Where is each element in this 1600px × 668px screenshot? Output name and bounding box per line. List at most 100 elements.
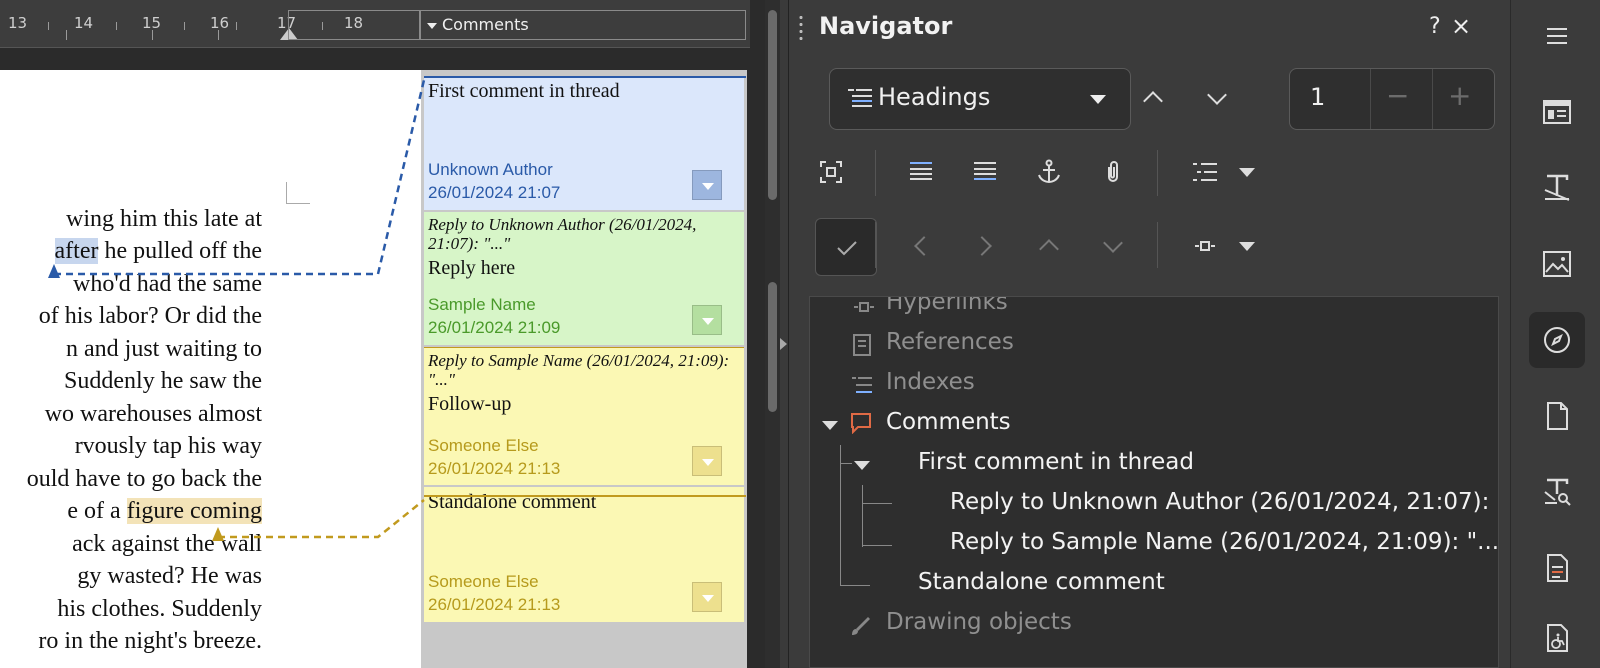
- ruler-number: 13: [8, 14, 28, 32]
- sidebar-properties-button[interactable]: [1529, 84, 1585, 140]
- sidebar-style-inspector-button[interactable]: [1529, 464, 1585, 520]
- sidebar-page-button[interactable]: [1529, 388, 1585, 444]
- comment-menu-button[interactable]: [692, 170, 722, 200]
- navigator-title: Navigator: [819, 12, 953, 40]
- navigate-by-button[interactable]: [1181, 222, 1229, 270]
- move-down-button[interactable]: [1089, 222, 1137, 270]
- comment-author: Someone Else: [428, 572, 539, 591]
- sidebar-navigator-button[interactable]: [1529, 312, 1585, 368]
- decrease-level-button[interactable]: −: [1386, 79, 1409, 112]
- line-text: rvously tap his way: [74, 433, 262, 459]
- comment-icon: [851, 413, 871, 434]
- comment-menu-button[interactable]: [692, 446, 722, 476]
- sidebar-collapse-handle[interactable]: [780, 330, 788, 360]
- page-icon: [1547, 402, 1568, 430]
- ruler-number: 14: [74, 14, 94, 32]
- text-boundary-mark: [286, 182, 310, 204]
- line-text: his clothes. Suddenly: [57, 596, 262, 622]
- chevron-down-icon[interactable]: [1239, 242, 1255, 251]
- document-scrollbar[interactable]: [765, 0, 780, 668]
- line-text: of his labor? Or did the: [38, 303, 262, 329]
- comment-menu-button[interactable]: [692, 582, 722, 612]
- document-page[interactable]: wing him this late at after he pulled off…: [0, 70, 421, 668]
- tree-item-comment[interactable]: Standalone comment: [918, 569, 1165, 595]
- scrollbar-thumb-secondary[interactable]: [768, 282, 777, 412]
- line-text: e of a: [67, 498, 127, 524]
- comment-body[interactable]: Follow-up: [428, 393, 740, 416]
- comment-reply-quote: Reply to Unknown Author (26/01/2024, 21:…: [428, 215, 697, 253]
- comment-date: 26/01/2024 21:13: [428, 459, 561, 478]
- drag-mode-button[interactable]: [1025, 148, 1073, 196]
- comment-menu-button[interactable]: [692, 305, 722, 335]
- next-button[interactable]: [961, 222, 1009, 270]
- comment-card[interactable]: First comment in thread Unknown Author 26/…: [424, 76, 744, 210]
- chevron-up-icon: [1039, 239, 1059, 259]
- promote-chapter-button[interactable]: [897, 148, 945, 196]
- sidebar-manage-changes-button[interactable]: [1529, 540, 1585, 596]
- accessibility-icon: [1547, 624, 1568, 652]
- comment-author: Someone Else: [428, 436, 539, 455]
- style-inspector-icon: [1544, 478, 1571, 506]
- category-dropdown[interactable]: Headings: [829, 68, 1131, 130]
- scrollbar-thumb[interactable]: [768, 10, 777, 200]
- comment-body[interactable]: First comment in thread: [428, 80, 740, 103]
- comment-card[interactable]: Standalone comment Someone Else 26/01/2024…: [424, 487, 744, 622]
- comment-date: 26/01/2024 21:07: [428, 183, 561, 202]
- navigator-tree[interactable]: Hyperlinks References Indexes Comments F…: [809, 296, 1499, 668]
- properties-icon: [1543, 100, 1571, 124]
- close-button[interactable]: ×: [1451, 12, 1471, 40]
- tree-item-indexes[interactable]: Indexes: [886, 369, 975, 395]
- comment-body[interactable]: Standalone comment: [428, 491, 740, 514]
- focus-icon: [820, 161, 842, 183]
- drag-grip-icon[interactable]: [799, 14, 803, 42]
- demote-down-button[interactable]: [1193, 74, 1241, 122]
- ruler-page-margin: [288, 10, 420, 40]
- document-area: 13 14 15 16 17 18 Comments wing him this…: [0, 0, 780, 668]
- comment-card[interactable]: Reply to Sample Name (26/01/2024, 21:09)…: [424, 347, 744, 485]
- insert-button[interactable]: [1089, 148, 1137, 196]
- tree-item-hyperlinks[interactable]: Hyperlinks: [886, 297, 1008, 315]
- chevron-down-icon[interactable]: [1239, 168, 1255, 177]
- heading-level-spinner[interactable]: 1 − +: [1289, 68, 1495, 130]
- tree-item-comment[interactable]: First comment in thread: [918, 449, 1194, 475]
- comments-header[interactable]: Comments: [420, 10, 746, 40]
- line-text: he pulled off the: [98, 238, 262, 264]
- promote-up-button[interactable]: [1129, 74, 1177, 122]
- comments-panel: First comment in thread Unknown Author 26/…: [421, 70, 747, 668]
- tree-item-comment[interactable]: Reply to Unknown Author (26/01/2024, 21:…: [950, 489, 1489, 515]
- move-up-button[interactable]: [1025, 222, 1073, 270]
- tree-item-references[interactable]: References: [886, 329, 1014, 355]
- comment-body[interactable]: Reply here: [428, 257, 740, 280]
- demote-chapter-button[interactable]: [961, 148, 1009, 196]
- expand-arrow-icon[interactable]: [854, 461, 870, 470]
- tree-item-comments[interactable]: Comments: [886, 409, 1011, 435]
- tree-item-drawing-objects[interactable]: Drawing objects: [886, 609, 1072, 635]
- comment-anchor-highlight[interactable]: figure coming: [126, 498, 262, 524]
- chevron-down-icon: [1207, 85, 1227, 105]
- expand-arrow-icon[interactable]: [822, 421, 838, 430]
- comment-reply-quote: Reply to Sample Name (26/01/2024, 21:09)…: [428, 351, 730, 389]
- anchor-icon: [1038, 159, 1060, 184]
- line-text: wo warehouses almost: [44, 401, 262, 427]
- content-navigation-view-button[interactable]: [807, 148, 855, 196]
- help-button[interactable]: ?: [1429, 14, 1441, 39]
- previous-button[interactable]: [897, 222, 945, 270]
- comment-date: 26/01/2024 21:09: [428, 318, 561, 337]
- hyperlink-icon: [1195, 241, 1215, 251]
- tree-item-comment[interactable]: Reply to Sample Name (26/01/2024, 21:09)…: [950, 529, 1498, 555]
- sidebar-gallery-button[interactable]: [1529, 236, 1585, 292]
- outline-list-icon: [1193, 163, 1217, 181]
- navigator-panel: Navigator ? × Headings 1 − + Hyperlinks …: [788, 0, 1510, 668]
- sidebar-accessibility-check-button[interactable]: [1529, 610, 1585, 666]
- increase-level-button[interactable]: +: [1448, 79, 1471, 112]
- comment-card[interactable]: Reply to Unknown Author (26/01/2024, 21:…: [424, 212, 744, 345]
- line-text: ack against the wall: [72, 531, 262, 557]
- comment-anchor-highlight[interactable]: after: [54, 238, 99, 264]
- outline-level-button[interactable]: [1181, 148, 1229, 196]
- toggle-check-button[interactable]: [815, 218, 877, 276]
- sidebar-menu-button[interactable]: [1529, 8, 1585, 64]
- sidebar-styles-button[interactable]: [1529, 160, 1585, 216]
- hyperlink-icon: [854, 302, 874, 312]
- styles-icon: [1544, 174, 1570, 201]
- hamburger-menu-icon: [1547, 28, 1567, 44]
